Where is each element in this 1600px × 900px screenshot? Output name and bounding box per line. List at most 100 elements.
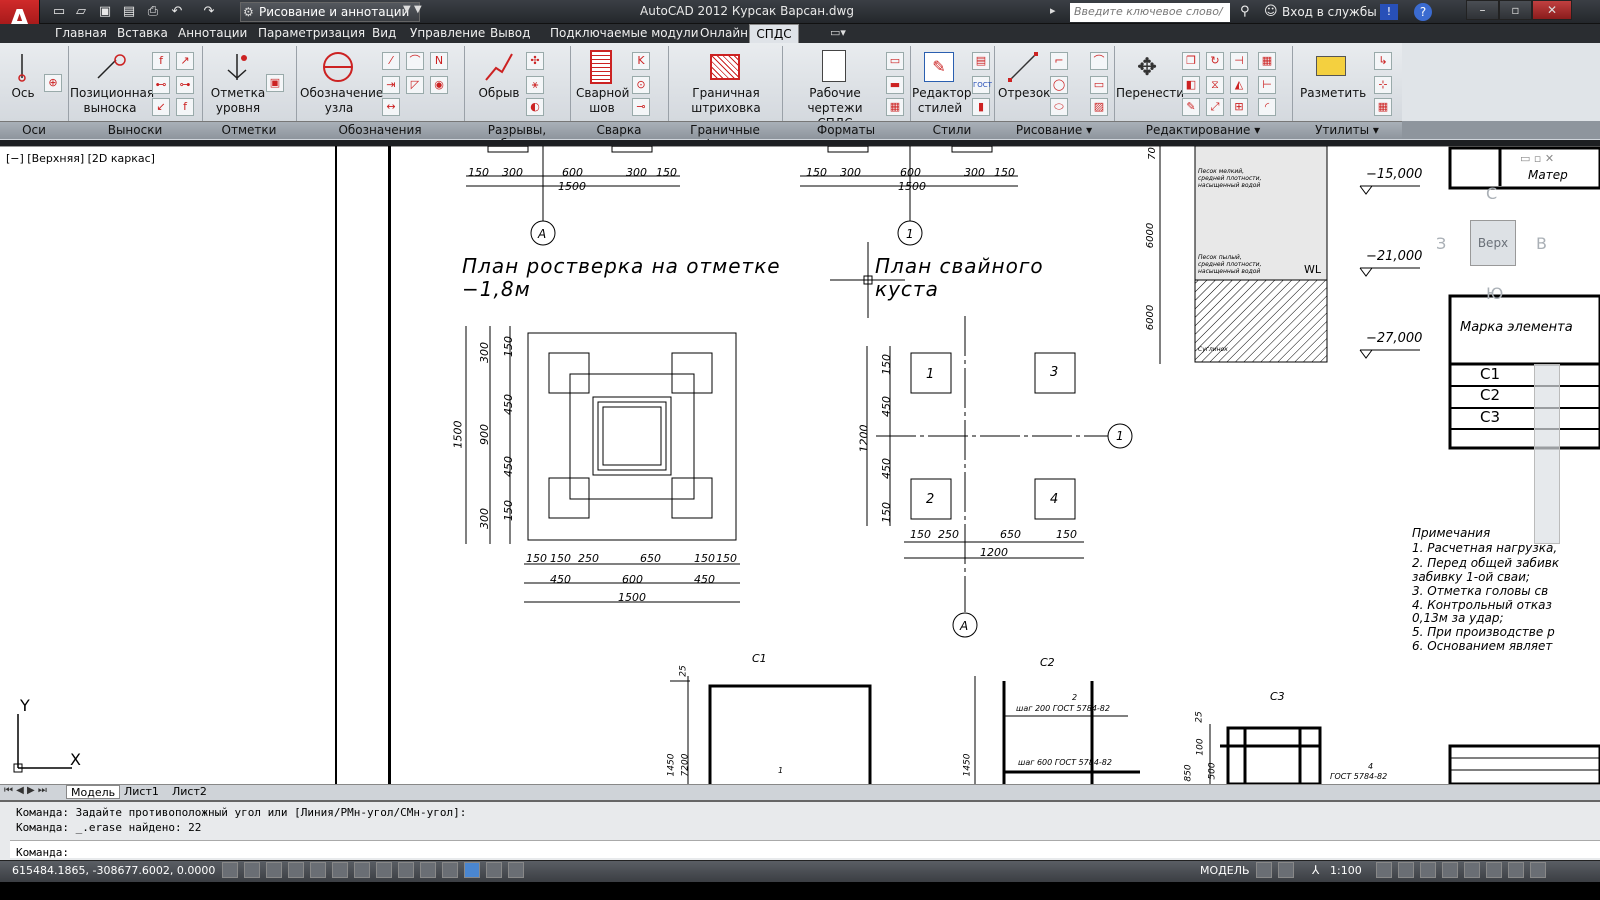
cut-mark-icon[interactable]: ⇥ [382, 76, 400, 94]
hardware-acceleration-icon[interactable] [1464, 862, 1480, 878]
ortho-icon[interactable] [288, 862, 304, 878]
grid-icon[interactable] [266, 862, 282, 878]
open-file-icon[interactable]: ▱ [72, 3, 90, 21]
tab-manage[interactable]: Управление [410, 26, 485, 40]
save-as-icon[interactable]: ▤ [120, 3, 138, 21]
north-icon[interactable]: N [430, 52, 448, 70]
tab-spds[interactable]: СПДС [749, 24, 799, 43]
tab-sheet1[interactable]: Лист1 [120, 785, 163, 799]
tab-view[interactable]: Вид [372, 26, 396, 40]
trim-icon[interactable]: ⊣ [1230, 52, 1248, 70]
weld-point-icon[interactable]: ⊙ [632, 76, 650, 94]
break-arc-icon[interactable]: ◐ [526, 98, 544, 116]
group-label-utilities[interactable]: Утилиты ▾ [1292, 123, 1402, 137]
maximize-button[interactable]: ▫ [1499, 0, 1532, 20]
level-mark-button[interactable]: Отметка уровня [208, 86, 268, 116]
communication-center-icon[interactable]: ! [1380, 4, 1398, 20]
polar-icon[interactable] [310, 862, 326, 878]
layout-nav-arrows[interactable]: ⏮ ◀ ▶ ⏭ [4, 785, 47, 796]
ellipse-icon[interactable]: ⬭ [1050, 98, 1068, 116]
quick-view-drawings-icon[interactable] [1278, 862, 1294, 878]
navcube-north[interactable]: С [1486, 184, 1497, 203]
weld-k-icon[interactable]: K [632, 52, 650, 70]
mirror-icon[interactable]: ⧖ [1206, 76, 1224, 94]
axis-edit-icon[interactable]: ⊕ [44, 74, 62, 92]
mirror2-icon[interactable]: ◭ [1230, 76, 1248, 94]
group-label-draw[interactable]: Рисование ▾ [994, 123, 1114, 137]
tab-sheet2[interactable]: Лист2 [168, 785, 211, 799]
leader-chain-icon[interactable]: ↗ [176, 52, 194, 70]
help-icon[interactable]: ? [1414, 3, 1432, 21]
login-link[interactable]: Вход в службы [1282, 5, 1377, 19]
copy-icon[interactable]: ❐ [1182, 52, 1200, 70]
gost-icon[interactable]: ГОСТ [972, 76, 992, 94]
section-mark-icon[interactable]: ⁄ [382, 52, 400, 70]
view-mark-icon[interactable]: ⌒ [406, 52, 424, 70]
array2-icon[interactable]: ⊞ [1230, 98, 1248, 116]
search-input[interactable]: Введите ключевое слово/фразу [1070, 3, 1230, 36]
stretch-icon[interactable]: ◧ [1182, 76, 1200, 94]
weld-seam-button[interactable]: Сварной шов [576, 86, 629, 116]
tab-output[interactable]: Вывод [490, 26, 530, 40]
tab-parametric[interactable]: Параметризация [258, 26, 365, 40]
tab-home[interactable]: Главная [55, 26, 107, 40]
group-label-modify[interactable]: Редактирование ▾ [1114, 123, 1292, 137]
transparency-icon[interactable] [464, 862, 480, 878]
move-button[interactable]: Перенести [1116, 86, 1184, 101]
boundary-hatch-button[interactable]: Граничная штриховка [688, 86, 764, 116]
save-icon[interactable]: ▣ [96, 3, 114, 21]
extend-icon[interactable]: ⊢ [1258, 76, 1276, 94]
quick-view-layouts-icon[interactable] [1256, 862, 1272, 878]
break-button[interactable]: Обрыв [472, 86, 526, 101]
position-leader-button[interactable]: Позиционная выноска [70, 86, 154, 116]
break-double-icon[interactable]: ⚹ [526, 76, 544, 94]
annotation-scale-dropdown[interactable]: 1:100 [1330, 864, 1362, 877]
rectangle-icon[interactable]: ▭ [1090, 76, 1108, 94]
undo-icon[interactable]: ↶ [168, 3, 186, 21]
style-book-icon[interactable]: ▮ [972, 98, 990, 116]
minimize-button[interactable]: – [1466, 0, 1499, 20]
workspace-switch-icon[interactable] [1420, 862, 1436, 878]
infer-constraints-icon[interactable] [222, 862, 238, 878]
rotate-icon[interactable]: ↻ [1206, 52, 1224, 70]
annotation-visibility-icon[interactable] [1376, 862, 1392, 878]
slope-icon[interactable]: ◸ [406, 76, 424, 94]
otrack-icon[interactable] [376, 862, 392, 878]
annotation-scale-icon[interactable]: ⅄ [1312, 863, 1319, 877]
coordinates-readout[interactable]: 615484.1865, -308677.6002, 0.0000 [12, 864, 215, 877]
tab-plugins[interactable]: Подключаемые модули [550, 26, 699, 40]
status-menu-icon[interactable] [1508, 862, 1524, 878]
model-space-toggle[interactable]: МОДЕЛЬ [1200, 864, 1250, 877]
level-plan-icon[interactable]: ▣ [266, 74, 284, 92]
ducs-icon[interactable] [398, 862, 414, 878]
format-frame-icon[interactable]: ▭ [886, 52, 904, 70]
navigation-bar[interactable] [1534, 364, 1560, 544]
node-mark-button[interactable]: Обозначение узла [300, 86, 383, 116]
binoculars-icon[interactable]: ⚲ [1240, 4, 1250, 19]
osnap-icon[interactable] [332, 862, 348, 878]
dimension-icon[interactable]: ↔ [382, 98, 400, 116]
isolate-objects-icon[interactable] [1486, 862, 1502, 878]
style-list-icon[interactable]: ▤ [972, 52, 990, 70]
selection-cycling-icon[interactable] [508, 862, 524, 878]
fillet-icon[interactable]: ◜ [1258, 98, 1276, 116]
measure-button[interactable]: Разметить [1300, 86, 1366, 101]
navcube-west[interactable]: З [1436, 234, 1446, 253]
weld-mark-icon[interactable]: ⊸ [632, 98, 650, 116]
arc-icon[interactable]: ⌒ [1090, 52, 1108, 70]
leader-link-icon[interactable]: ⊶ [176, 76, 194, 94]
calculator-icon[interactable]: ▦ [1374, 98, 1392, 116]
snap-icon[interactable] [244, 862, 260, 878]
redo-icon[interactable]: ↷ [200, 3, 218, 21]
print-icon[interactable]: ⎙ [144, 3, 162, 21]
axis-button[interactable]: Ось [6, 86, 40, 101]
3d-osnap-icon[interactable] [354, 862, 370, 878]
circle-icon[interactable]: ◯ [1050, 76, 1068, 94]
close-button[interactable]: ✕ [1532, 0, 1572, 20]
target-icon[interactable]: ◉ [430, 76, 448, 94]
navcube-south[interactable]: Ю [1486, 284, 1503, 303]
new-file-icon[interactable]: ▭ [50, 3, 68, 21]
command-input[interactable] [10, 840, 1600, 858]
array-icon[interactable]: ▦ [1258, 52, 1276, 70]
workspace-dropdown[interactable]: Рисование и аннотации [240, 2, 420, 22]
